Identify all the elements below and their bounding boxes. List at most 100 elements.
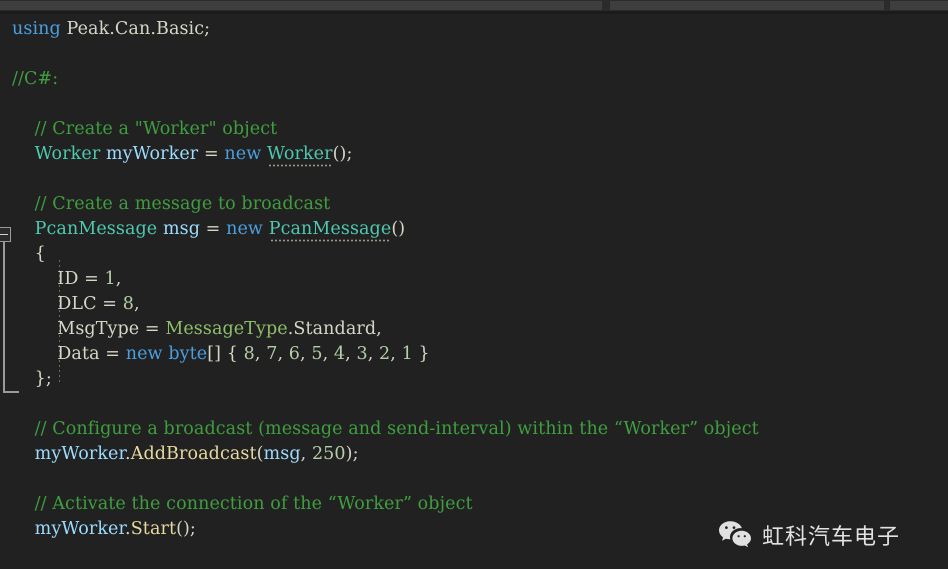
line-dlc[interactable]: DLC = 8,	[0, 292, 948, 317]
token-plain	[12, 519, 35, 539]
code-line-text: //C#:	[0, 67, 58, 92]
token-plain: MsgType =	[12, 319, 165, 339]
token-plain: =	[198, 144, 224, 164]
line-msgtype[interactable]: MsgType = MessageType.Standard,	[0, 317, 948, 342]
token-plain: DLC =	[12, 294, 123, 314]
token-type: Worker	[35, 144, 101, 164]
line-comment-message[interactable]: // Create a message to broadcast	[0, 192, 948, 217]
token-plain: =	[200, 219, 226, 239]
wechat-account-name: 虹科汽车电子	[762, 519, 900, 551]
token-comment: // Configure a broadcast (message and se…	[12, 419, 759, 439]
token-punct: ();	[333, 144, 353, 164]
code-line-text: using Peak.Can.Basic;	[0, 17, 210, 42]
code-line-text: myWorker.AddBroadcast(msg, 250);	[0, 442, 359, 467]
token-number: 8	[123, 294, 134, 314]
code-line-text: Data = new byte[] { 8, 7, 6, 5, 4, 3, 2,…	[0, 342, 430, 367]
line-blank-5[interactable]	[0, 467, 948, 492]
token-punct: ,	[345, 344, 356, 364]
token-method: Start	[131, 519, 176, 539]
wechat-watermark: 虹科汽车电子	[718, 519, 900, 551]
line-data[interactable]: Data = new byte[] { 8, 7, 6, 5, 4, 3, 2,…	[0, 342, 948, 367]
line-pcanmessage-decl[interactable]: PcanMessage msg = new PcanMessage()	[0, 217, 948, 242]
token-punct: ,	[301, 444, 312, 464]
code-line-text: // Configure a broadcast (message and se…	[0, 417, 759, 442]
token-type: Worker	[267, 144, 333, 164]
line-worker-decl[interactable]: Worker myWorker = new Worker();	[0, 142, 948, 167]
line-comment-activate[interactable]: // Activate the connection of the “Worke…	[0, 492, 948, 517]
token-number: 8	[244, 344, 255, 364]
scrollbar-thumb-left[interactable]	[0, 1, 602, 10]
token-local: msg	[264, 444, 301, 464]
line-blank-2[interactable]	[0, 92, 948, 117]
token-punct: ,	[116, 269, 122, 289]
token-method: AddBroadcast	[131, 444, 257, 464]
token-punct: [] {	[207, 344, 243, 364]
token-comment: // Create a message to broadcast	[12, 194, 330, 214]
token-punct: {	[12, 244, 46, 264]
horizontal-scrollbar[interactable]	[0, 0, 948, 11]
code-line-text: Worker myWorker = new Worker();	[0, 142, 352, 167]
line-close-brace[interactable]: };	[0, 367, 948, 392]
line-comment-worker[interactable]: // Create a "Worker" object	[0, 117, 948, 142]
line-id[interactable]: ID = 1,	[0, 267, 948, 292]
token-number: 1	[105, 269, 116, 289]
line-blank-1[interactable]	[0, 42, 948, 67]
token-punct: ,	[255, 344, 266, 364]
code-line-text: PcanMessage msg = new PcanMessage()	[0, 217, 405, 242]
line-open-brace[interactable]: {	[0, 242, 948, 267]
token-local: myWorker	[106, 144, 198, 164]
code-surface[interactable]: using Peak.Can.Basic; //C#: // Create a "…	[0, 14, 948, 569]
token-number: 3	[356, 344, 367, 364]
token-key: using	[12, 19, 66, 39]
token-key: new	[224, 144, 261, 164]
token-local: myWorker	[35, 519, 125, 539]
token-number: 5	[311, 344, 322, 364]
token-plain	[12, 219, 35, 239]
token-plain: .Standard,	[288, 319, 382, 339]
token-punct: ,	[323, 344, 334, 364]
token-punct: };	[12, 369, 52, 389]
token-number: 1	[402, 344, 413, 364]
token-punct: ,	[390, 344, 401, 364]
token-plain: Peak.Can.Basic;	[66, 19, 210, 39]
token-number: 4	[334, 344, 345, 364]
token-plain	[12, 444, 35, 464]
scrollbar-thumb-right[interactable]	[890, 1, 948, 10]
code-line-text: myWorker.Start();	[0, 517, 196, 542]
code-line-text: DLC = 8,	[0, 292, 140, 317]
token-comment: //C#:	[12, 69, 58, 89]
token-plain	[263, 219, 269, 239]
scrollbar-thumb-middle[interactable]	[610, 1, 884, 10]
code-line-text: // Create a message to broadcast	[0, 192, 330, 217]
token-punct: ();	[176, 519, 196, 539]
token-comment: // Create a "Worker" object	[12, 119, 277, 139]
code-editor-screenshot: using Peak.Can.Basic; //C#: // Create a "…	[0, 0, 948, 569]
token-punct: );	[346, 444, 359, 464]
line-blank-4[interactable]	[0, 392, 948, 417]
token-punct: (	[257, 444, 264, 464]
line-blank-3[interactable]	[0, 167, 948, 192]
token-plain	[12, 144, 35, 164]
code-line-text: MsgType = MessageType.Standard,	[0, 317, 382, 342]
token-number: 6	[289, 344, 300, 364]
token-local: msg	[163, 219, 200, 239]
code-line-text: // Activate the connection of the “Worke…	[0, 492, 473, 517]
line-lang-comment[interactable]: //C#:	[0, 67, 948, 92]
token-comment: // Activate the connection of the “Worke…	[12, 494, 473, 514]
token-key: new	[126, 344, 163, 364]
code-line-text: };	[0, 367, 52, 392]
token-plain: ID =	[12, 269, 105, 289]
line-addbroadcast[interactable]: myWorker.AddBroadcast(msg, 250);	[0, 442, 948, 467]
token-type: PcanMessage	[269, 219, 392, 239]
token-key: byte	[168, 344, 207, 364]
token-plain: Data =	[12, 344, 126, 364]
token-key: new	[226, 219, 263, 239]
line-comment-configure[interactable]: // Configure a broadcast (message and se…	[0, 417, 948, 442]
token-number: 7	[266, 344, 277, 364]
token-punct: }	[413, 344, 430, 364]
line-using[interactable]: using Peak.Can.Basic;	[0, 17, 948, 42]
token-punct: ,	[368, 344, 379, 364]
token-punct: ,	[300, 344, 311, 364]
code-line-text: {	[0, 242, 46, 267]
token-number: 250	[312, 444, 346, 464]
